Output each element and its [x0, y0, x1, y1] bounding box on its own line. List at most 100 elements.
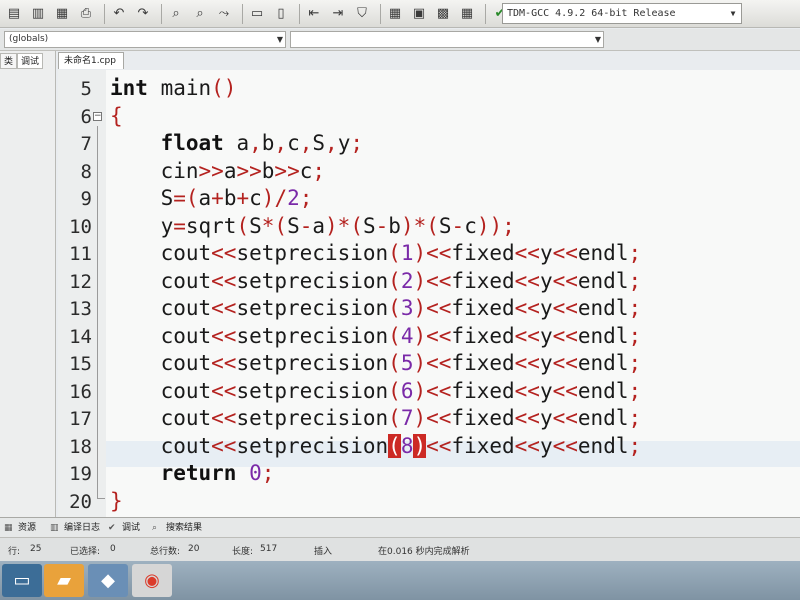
- code-line[interactable]: int main(): [110, 76, 236, 100]
- run-icon[interactable]: ▣: [409, 4, 429, 24]
- code-line[interactable]: float a,b,c,S,y;: [110, 131, 363, 155]
- close-file-icon[interactable]: ▦: [52, 4, 72, 24]
- status-selected: 0: [110, 544, 116, 554]
- code-token: setprecision: [236, 433, 389, 458]
- code-line[interactable]: cin>>a>>b>>c;: [110, 159, 325, 183]
- code-token: endl: [577, 296, 629, 320]
- chevron-down-icon: ▼: [730, 9, 736, 18]
- code-line[interactable]: return 0;: [110, 461, 275, 485]
- tab-compile-log[interactable]: ▥ 编译日志: [50, 521, 100, 536]
- code-token: a: [198, 186, 212, 210]
- code-token: a: [312, 213, 326, 238]
- code-token: <<: [514, 433, 540, 458]
- code-token: sqrt: [185, 213, 237, 238]
- code-token: ;: [628, 351, 642, 375]
- tab-resources[interactable]: ▦ 资源: [4, 521, 36, 536]
- code-line[interactable]: cout<<setprecision(5)<<fixed<<y<<endl;: [110, 351, 642, 375]
- chrome-app-icon[interactable]: ◉: [132, 564, 172, 597]
- goto-line-icon[interactable]: ▭: [247, 4, 267, 24]
- code-token: endl: [577, 406, 629, 430]
- code-token: S: [110, 186, 174, 210]
- line-number: 16: [69, 380, 92, 403]
- compile-icon[interactable]: ▦: [385, 4, 405, 24]
- tab-search-results-label: 搜索结果: [166, 523, 203, 533]
- line-number: 15: [69, 353, 92, 375]
- code-token: cout: [110, 406, 212, 430]
- code-line[interactable]: cout<<setprecision(1)<<fixed<<y<<endl;: [110, 241, 642, 265]
- code-token: 8: [400, 433, 414, 458]
- chevron-down-icon: ▼: [594, 35, 601, 44]
- save-icon[interactable]: ▤: [4, 4, 24, 24]
- code-token: (: [388, 241, 401, 265]
- code-token: fixed: [451, 406, 515, 430]
- unindent-icon[interactable]: ⇥: [328, 4, 348, 24]
- compile-run-icon[interactable]: ▩: [433, 4, 453, 24]
- code-token: (): [211, 76, 237, 100]
- code-editor[interactable]: − 5 int main() 6{7 float a,b,c,S,y; 8 cin>>…: [58, 70, 800, 517]
- shield-icon[interactable]: ⛉: [352, 4, 372, 24]
- find-icon[interactable]: ⌕: [166, 4, 186, 24]
- code-token: (: [388, 351, 401, 375]
- indent-icon[interactable]: ⇤: [304, 4, 324, 24]
- code-token: cout: [110, 241, 212, 265]
- scope-select[interactable]: (globals) ▼: [4, 31, 286, 48]
- code-line[interactable]: {: [110, 104, 123, 128]
- code-line[interactable]: cout<<setprecision(6)<<fixed<<y<<endl;: [110, 378, 642, 403]
- tab-debug-output[interactable]: ✔ 调试: [108, 521, 140, 536]
- code-line[interactable]: S=(a+b+c)/2;: [110, 186, 313, 210]
- code-token: )<<: [413, 378, 452, 403]
- code-token: y: [110, 213, 174, 238]
- code-token: (: [388, 406, 401, 430]
- python-app-icon[interactable]: ◆: [88, 564, 128, 597]
- code-token: <<: [552, 241, 578, 265]
- code-line[interactable]: cout<<setprecision(3)<<fixed<<y<<endl;: [110, 296, 642, 320]
- redo-icon[interactable]: ↷: [133, 4, 153, 24]
- code-token: y: [539, 323, 553, 348]
- status-row-label: 行:: [8, 547, 21, 557]
- code-token: main: [147, 76, 212, 100]
- code-token: setprecision: [236, 378, 389, 403]
- code-token: <<: [211, 378, 237, 403]
- code-token: a: [223, 158, 237, 183]
- bookmark-icon[interactable]: ▯: [271, 4, 291, 24]
- desktop-app-icon[interactable]: ▭: [2, 564, 42, 597]
- code-token: fixed: [451, 351, 515, 375]
- code-token: ,: [299, 131, 313, 155]
- code-token: b: [261, 158, 275, 183]
- undo-icon[interactable]: ↶: [109, 4, 129, 24]
- code-line[interactable]: cout<<setprecision(8)<<fixed<<y<<endl;: [110, 433, 641, 458]
- code-line[interactable]: cout<<setprecision(4)<<fixed<<y<<endl;: [110, 323, 642, 348]
- member-select[interactable]: ▼: [290, 31, 604, 48]
- code-token: )<<: [413, 268, 452, 293]
- code-token: <<: [552, 433, 578, 458]
- code-token: cout: [110, 323, 212, 348]
- tab-classes[interactable]: 类: [0, 53, 18, 69]
- line-number: 8: [80, 160, 92, 183]
- code-token: c: [249, 186, 262, 210]
- code-line[interactable]: cout<<setprecision(7)<<fixed<<y<<endl;: [110, 406, 642, 430]
- code-line[interactable]: }: [110, 489, 123, 513]
- code-token: ;: [261, 461, 275, 485]
- tab-search-results[interactable]: ⌕ 搜索结果: [152, 521, 202, 536]
- code-token: <<: [552, 351, 578, 375]
- code-line[interactable]: y=sqrt(S*(S-a)*(S-b)*(S-c));: [110, 214, 515, 238]
- print-icon[interactable]: ⎙: [76, 4, 96, 24]
- code-token: )<<: [413, 241, 452, 265]
- code-token: ): [413, 433, 427, 458]
- code-token: *(: [261, 213, 288, 238]
- fold-collapse-icon[interactable]: −: [93, 112, 102, 121]
- code-line[interactable]: cout<<setprecision(2)<<fixed<<y<<endl;: [110, 268, 642, 293]
- code-token: )*(: [400, 213, 439, 238]
- file-tab[interactable]: 未命名1.cpp: [58, 52, 124, 69]
- code-token: endl: [577, 323, 629, 348]
- save-all-icon[interactable]: ▥: [28, 4, 48, 24]
- tab-debug[interactable]: 调试: [17, 53, 44, 69]
- compiler-select[interactable]: TDM-GCC 4.9.2 64-bit Release ▼: [502, 3, 742, 24]
- replace-icon[interactable]: ⌕: [190, 4, 210, 24]
- rebuild-icon[interactable]: ▦: [457, 4, 477, 24]
- find-next-icon[interactable]: ⤳: [214, 4, 234, 24]
- code-token: y: [539, 241, 553, 265]
- folder-app-icon[interactable]: ▰: [44, 564, 84, 597]
